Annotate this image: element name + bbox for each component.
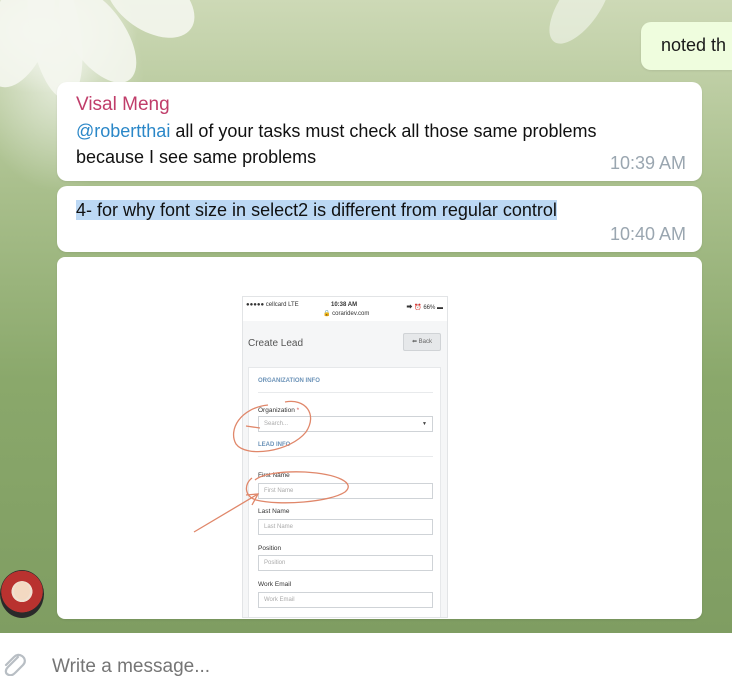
url-text: 🔒 coraridev.com	[323, 311, 370, 317]
message-input[interactable]	[52, 656, 652, 676]
battery-status: ⮕ ⏰ 66% ▬	[406, 305, 443, 311]
status-time: 10:38 AM	[331, 302, 358, 308]
message-bubble[interactable]: Visal Meng @robertthai all of your tasks…	[57, 82, 702, 181]
organization-label-text: Organization	[258, 407, 295, 414]
divider	[258, 456, 433, 457]
message-bubble[interactable]: 4- for why font size in select2 is diffe…	[57, 186, 702, 252]
organization-label: Organization *	[258, 407, 299, 414]
message-time: 10:39 AM	[609, 153, 686, 173]
phone-page-header: Create Lead ⬅ Back	[243, 321, 447, 361]
sender-name[interactable]: Visal Meng	[76, 94, 170, 116]
back-button: ⬅ Back	[403, 333, 441, 351]
phone-screenshot: ●●●●● cellcard LTE 10:38 AM ⮕ ⏰ 66% ▬ 🔒 …	[242, 296, 448, 618]
phone-status-bar: ●●●●● cellcard LTE 10:38 AM ⮕ ⏰ 66% ▬ 🔒 …	[243, 297, 447, 321]
first-name-field: First Name	[258, 483, 433, 499]
message-text-line-2: because I see same problems	[76, 147, 317, 167]
divider	[258, 392, 433, 393]
outgoing-message-text: noted th	[661, 35, 727, 55]
caret-down-icon: ▼	[422, 421, 427, 427]
organization-placeholder: Search...	[264, 421, 289, 427]
selected-text: 4- for why font size in select2 is diffe…	[76, 200, 557, 220]
message-text-line-1: @robertthai all of your tasks must check…	[76, 118, 597, 144]
work-email-field: Work Email	[258, 592, 433, 608]
avatar[interactable]	[0, 570, 44, 618]
message-text-rest: all of your tasks must check all those s…	[170, 121, 597, 141]
paperclip-icon[interactable]	[0, 649, 26, 676]
message-time: 10:40 AM	[609, 224, 686, 244]
work-email-label: Work Email	[258, 581, 292, 588]
position-label: Position	[258, 545, 282, 552]
position-field: Position	[258, 555, 433, 571]
first-name-label: First Name	[258, 472, 290, 479]
mention-link[interactable]: @robertthai	[76, 121, 170, 141]
last-name-field: Last Name	[258, 519, 433, 535]
required-marker: *	[296, 407, 300, 414]
section-title-org: ORGANIZATION INFO	[258, 378, 320, 384]
section-title-lead: LEAD INFO	[258, 442, 291, 448]
outgoing-message[interactable]: noted th	[641, 22, 732, 70]
message-text: 4- for why font size in select2 is diffe…	[76, 197, 557, 223]
carrier-text: ●●●●● cellcard LTE	[246, 302, 299, 308]
organization-select: Search... ▼	[258, 416, 433, 432]
page-title: Create Lead	[248, 338, 304, 349]
form-card: ORGANIZATION INFO Organization * Search.…	[248, 367, 441, 617]
last-name-label: Last Name	[258, 508, 290, 515]
message-composer	[0, 633, 732, 676]
